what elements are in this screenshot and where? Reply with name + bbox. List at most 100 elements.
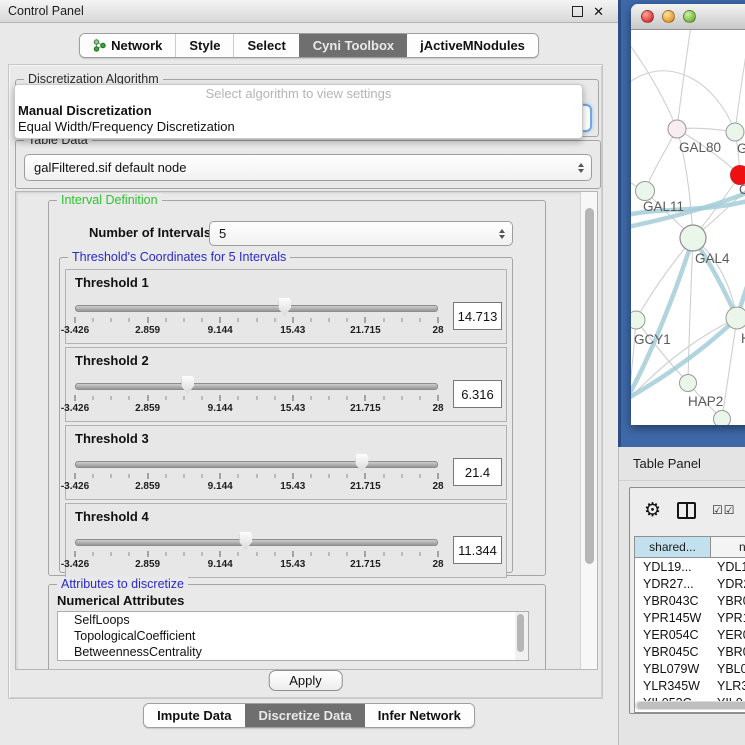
threshold-1-slider[interactable]: -3.4262.8599.14415.4321.71528 bbox=[72, 292, 441, 340]
top-tab-group: NetworkStyleSelectCyni Toolbox jActiveMNo… bbox=[79, 33, 539, 58]
tab-network[interactable]: Network bbox=[80, 34, 175, 57]
numerical-attributes-label: Numerical Attributes bbox=[57, 593, 184, 608]
tick-label: 21.715 bbox=[350, 325, 381, 336]
table-cell[interactable]: YDR27... bbox=[635, 575, 711, 592]
table-row[interactable]: YBR045CYBR0 bbox=[635, 643, 745, 660]
thresholds-group: Threshold's Coordinates for 5 Intervals … bbox=[59, 257, 513, 573]
threshold-3-slider[interactable]: -3.4262.8599.14415.4321.71528 bbox=[72, 448, 441, 496]
dropdown-prompt: Select algorithm to view settings bbox=[15, 85, 582, 103]
threshold-4-slider[interactable]: -3.4262.8599.14415.4321.71528 bbox=[72, 526, 441, 574]
table-cell[interactable]: YBL0 bbox=[711, 660, 745, 677]
tick-label: 28 bbox=[432, 559, 443, 570]
columns-icon[interactable] bbox=[677, 502, 696, 519]
tab-cyni-toolbox[interactable]: Cyni Toolbox bbox=[299, 34, 407, 57]
tab-jactivemnodules[interactable]: jActiveMNodules bbox=[407, 34, 538, 57]
table-data-combo[interactable]: galFiltered.sif default node bbox=[24, 154, 592, 181]
threshold-1-slider-handle[interactable] bbox=[278, 298, 291, 316]
tick-label: 9.144 bbox=[208, 403, 233, 414]
dropdown-option-manual-discretization[interactable]: Manual Discretization bbox=[15, 103, 582, 119]
threshold-2-slider-handle[interactable] bbox=[181, 376, 194, 394]
threshold-4-value-field[interactable]: 11.344 bbox=[453, 536, 502, 564]
table-row[interactable]: YDL19...YDL1 bbox=[635, 558, 745, 575]
table-cell[interactable]: YPR145W bbox=[635, 609, 711, 626]
bottom-tab-discretize-data[interactable]: Discretize Data bbox=[245, 704, 365, 727]
apply-button[interactable]: Apply bbox=[268, 670, 343, 691]
threshold-1-value-field[interactable]: 14.713 bbox=[453, 302, 502, 330]
table-row[interactable]: YBR043CYBR0 bbox=[635, 592, 745, 609]
tab-select[interactable]: Select bbox=[233, 34, 298, 57]
attribute-item-selfloops[interactable]: SelfLoops bbox=[58, 612, 528, 628]
tick-label: 21.715 bbox=[350, 403, 381, 414]
table-cell[interactable]: YER0 bbox=[711, 626, 745, 643]
attribute-item-betweennesscentrality[interactable]: BetweennessCentrality bbox=[58, 644, 528, 660]
slider-tick-labels: -3.4262.8599.14415.4321.71528 bbox=[75, 559, 438, 571]
table-browser-window: ⚙ ☑☑ shared... na YDL19...YDL1YDR27...YD… bbox=[629, 487, 745, 714]
tab-label: jActiveMNodules bbox=[420, 38, 525, 53]
table-row[interactable]: YBL079WYBL0 bbox=[635, 660, 745, 677]
table-cell[interactable]: YBL079W bbox=[635, 660, 711, 677]
table-cell[interactable]: YDR2 bbox=[711, 575, 745, 592]
network-view-window[interactable]: GAL80 GA C GAL11 GAL4 GCY1 H HAP2 bbox=[631, 4, 745, 425]
tick-label: 2.859 bbox=[135, 559, 160, 570]
attribute-item-topologicalcoefficient[interactable]: TopologicalCoefficient bbox=[58, 628, 528, 644]
table-cell[interactable]: YBR043C bbox=[635, 592, 711, 609]
select-columns-icon[interactable]: ☑☑ bbox=[712, 503, 736, 517]
bottom-tab-impute-data[interactable]: Impute Data bbox=[144, 704, 244, 727]
bottom-tab-infer-network[interactable]: Infer Network bbox=[365, 704, 474, 727]
window-close-icon[interactable] bbox=[641, 10, 654, 23]
node-label-gal-partial: GA bbox=[737, 141, 745, 156]
column-header-shared-name[interactable]: shared... bbox=[635, 537, 711, 558]
table-row[interactable]: YLR345WYLR3 bbox=[635, 677, 745, 694]
table-cell[interactable]: YLR345W bbox=[635, 677, 711, 694]
settings-scroll-pane: Interval Definition Number of Intervals … bbox=[15, 191, 598, 670]
node-label-h-partial: H bbox=[741, 331, 745, 346]
tab-style[interactable]: Style bbox=[175, 34, 233, 57]
float-window-icon[interactable] bbox=[572, 6, 583, 17]
window-minimize-icon[interactable] bbox=[662, 10, 675, 23]
close-icon[interactable]: ✕ bbox=[593, 5, 604, 18]
vertical-scrollbar-thumb[interactable] bbox=[585, 208, 594, 564]
numerical-attributes-list[interactable]: SelfLoopsTopologicalCoefficientBetweenne… bbox=[57, 611, 529, 661]
table-row[interactable]: YPR145WYPR1 bbox=[635, 609, 745, 626]
node-label-gcy1: GCY1 bbox=[634, 332, 671, 347]
slider-track bbox=[75, 305, 438, 312]
horizontal-scrollbar[interactable] bbox=[635, 701, 745, 710]
tick-label: 21.715 bbox=[350, 559, 381, 570]
horizontal-scrollbar-thumb[interactable] bbox=[637, 702, 745, 709]
threshold-2-slider[interactable]: -3.4262.8599.14415.4321.71528 bbox=[72, 370, 441, 418]
slider-track bbox=[75, 461, 438, 468]
threshold-3-value-field[interactable]: 21.4 bbox=[453, 458, 502, 486]
table-cell[interactable]: YBR045C bbox=[635, 643, 711, 660]
node-bottom bbox=[714, 411, 731, 426]
table-cell[interactable]: YPR1 bbox=[711, 609, 745, 626]
vertical-scrollbar[interactable] bbox=[580, 192, 597, 669]
table-cell[interactable]: YBR0 bbox=[711, 643, 745, 660]
right-column: GAL80 GA C GAL11 GAL4 GCY1 H HAP2 Table … bbox=[618, 0, 745, 745]
table-cell[interactable]: YDL19... bbox=[635, 558, 711, 575]
threshold-2-value-field[interactable]: 6.316 bbox=[453, 380, 502, 408]
tick-label: 15.43 bbox=[280, 325, 305, 336]
table-cell[interactable]: YBR0 bbox=[711, 592, 745, 609]
window-zoom-icon[interactable] bbox=[683, 10, 696, 23]
table-cell[interactable]: YDL1 bbox=[711, 558, 745, 575]
attributes-list-scrollbar[interactable] bbox=[515, 611, 529, 661]
table-cell[interactable]: YER054C bbox=[635, 626, 711, 643]
slider-ticks bbox=[75, 473, 438, 481]
threshold-3-slider-handle[interactable] bbox=[355, 454, 368, 472]
algorithm-dropdown-popup: Select algorithm to view settings Manual… bbox=[14, 84, 583, 139]
column-header-name[interactable]: na bbox=[711, 537, 745, 558]
number-of-intervals-combo[interactable]: 5 bbox=[209, 221, 513, 246]
network-canvas[interactable]: GAL80 GA C GAL11 GAL4 GCY1 H HAP2 bbox=[631, 30, 745, 425]
table-toolbar: ⚙ ☑☑ bbox=[630, 488, 745, 532]
table-row[interactable]: YER054CYER0 bbox=[635, 626, 745, 643]
desktop-background: GAL80 GA C GAL11 GAL4 GCY1 H HAP2 bbox=[618, 0, 745, 447]
dropdown-option-equal-width-frequency-discretization[interactable]: Equal Width/Frequency Discretization bbox=[15, 119, 582, 135]
tick-label: 28 bbox=[432, 481, 443, 492]
table-row[interactable]: YDR27...YDR2 bbox=[635, 575, 745, 592]
threshold-1-label: Threshold 1 bbox=[75, 275, 149, 290]
threshold-4-slider-handle[interactable] bbox=[239, 532, 252, 550]
slider-tick-labels: -3.4262.8599.14415.4321.71528 bbox=[75, 325, 438, 337]
gear-icon[interactable]: ⚙ bbox=[644, 501, 661, 520]
tick-label: 28 bbox=[432, 403, 443, 414]
table-cell[interactable]: YLR3 bbox=[711, 677, 745, 694]
